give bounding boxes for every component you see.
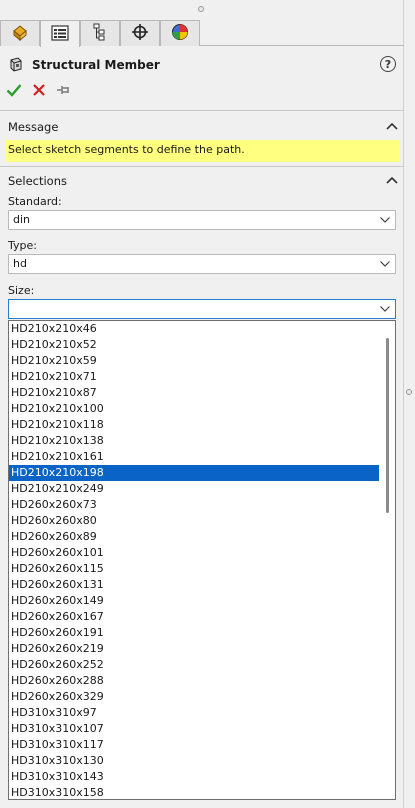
- type-select[interactable]: hd: [8, 254, 396, 274]
- dropdown-option[interactable]: HD260x260x89: [9, 529, 379, 545]
- structural-member-icon: [8, 56, 24, 75]
- panel-grip-handle[interactable]: [198, 6, 204, 12]
- panel-resize-handle[interactable]: [406, 389, 412, 395]
- dropdown-option[interactable]: HD260x260x80: [9, 513, 379, 529]
- tab-display-manager[interactable]: [160, 20, 200, 46]
- chevron-up-icon[interactable]: [386, 122, 398, 130]
- message-section-title: Message: [8, 120, 59, 134]
- dropdown-option[interactable]: HD310x310x158: [9, 785, 379, 799]
- standard-select[interactable]: din: [8, 210, 396, 230]
- dropdown-option[interactable]: HD210x210x249: [9, 481, 379, 497]
- dropdown-option[interactable]: HD210x210x198: [9, 465, 379, 481]
- configuration-manager-icon: [92, 23, 108, 44]
- tab-property-manager[interactable]: [40, 20, 80, 47]
- dimxpert-manager-icon: [131, 23, 149, 44]
- standard-label: Standard:: [8, 195, 62, 208]
- selections-section-title: Selections: [8, 174, 67, 188]
- dropdown-option[interactable]: HD260x260x252: [9, 657, 379, 673]
- type-label: Type:: [8, 239, 37, 252]
- dropdown-option[interactable]: HD210x210x118: [9, 417, 379, 433]
- dropdown-option[interactable]: HD210x210x100: [9, 401, 379, 417]
- size-dropdown-list[interactable]: HD210x210x46 HD210x210x52 HD210x210x59 HD21…: [8, 320, 396, 800]
- divider: [0, 110, 404, 111]
- dropdown-option[interactable]: HD260x260x115: [9, 561, 379, 577]
- dropdown-option[interactable]: HD310x310x97: [9, 705, 379, 721]
- action-bar: [6, 82, 72, 100]
- chevron-down-icon: [380, 217, 390, 223]
- dropdown-option[interactable]: HD310x310x143: [9, 769, 379, 785]
- size-label: Size:: [8, 284, 35, 297]
- manager-tab-bar: [0, 20, 404, 47]
- standard-value: din: [13, 213, 31, 226]
- dropdown-option[interactable]: HD260x260x149: [9, 593, 379, 609]
- dropdown-option[interactable]: HD210x210x59: [9, 353, 379, 369]
- pin-button[interactable]: [56, 83, 72, 100]
- checkmark-icon: [6, 83, 22, 97]
- divider: [0, 166, 404, 167]
- size-options: HD210x210x46 HD210x210x52 HD210x210x59 HD21…: [9, 321, 395, 799]
- dropdown-option[interactable]: HD260x260x73: [9, 497, 379, 513]
- message-box: Select sketch segments to define the pat…: [6, 140, 400, 162]
- dropdown-option[interactable]: HD210x210x161: [9, 449, 379, 465]
- ok-button[interactable]: [6, 83, 22, 100]
- display-manager-icon: [171, 23, 189, 44]
- dropdown-option[interactable]: HD260x260x131: [9, 577, 379, 593]
- dropdown-option[interactable]: HD310x310x130: [9, 753, 379, 769]
- pushpin-icon: [57, 85, 69, 94]
- dropdown-option[interactable]: HD260x260x288: [9, 673, 379, 689]
- dropdown-scrollbar-thumb[interactable]: [386, 338, 389, 513]
- chevron-up-icon[interactable]: [386, 176, 398, 184]
- type-value: hd: [13, 257, 27, 270]
- help-button[interactable]: ?: [380, 56, 396, 72]
- dropdown-option[interactable]: HD210x210x71: [9, 369, 379, 385]
- feature-manager-icon: [10, 23, 30, 44]
- dropdown-option[interactable]: HD260x260x101: [9, 545, 379, 561]
- property-manager-icon: [51, 24, 69, 44]
- page-title: Structural Member: [32, 58, 160, 72]
- dropdown-option[interactable]: HD260x260x167: [9, 609, 379, 625]
- dropdown-option[interactable]: HD260x260x329: [9, 689, 379, 705]
- property-manager-panel: Structural Member ? Message Select sketc…: [0, 0, 404, 808]
- size-select[interactable]: [8, 299, 396, 319]
- dropdown-option[interactable]: HD210x210x52: [9, 337, 379, 353]
- dropdown-option[interactable]: HD260x260x191: [9, 625, 379, 641]
- dropdown-option[interactable]: HD310x310x107: [9, 721, 379, 737]
- cancel-button[interactable]: [32, 83, 46, 100]
- tab-configuration-manager[interactable]: [80, 20, 120, 46]
- dropdown-option[interactable]: HD260x260x219: [9, 641, 379, 657]
- dropdown-option[interactable]: HD310x310x117: [9, 737, 379, 753]
- dropdown-option[interactable]: HD210x210x46: [9, 321, 379, 337]
- chevron-down-icon: [380, 261, 390, 267]
- tab-feature-manager[interactable]: [0, 20, 40, 46]
- chevron-down-icon: [380, 306, 390, 312]
- dropdown-option[interactable]: HD210x210x138: [9, 433, 379, 449]
- tab-dimxpert-manager[interactable]: [120, 20, 160, 46]
- dropdown-option[interactable]: HD210x210x87: [9, 385, 379, 401]
- close-icon: [33, 83, 45, 96]
- property-manager-header: Structural Member: [8, 55, 398, 75]
